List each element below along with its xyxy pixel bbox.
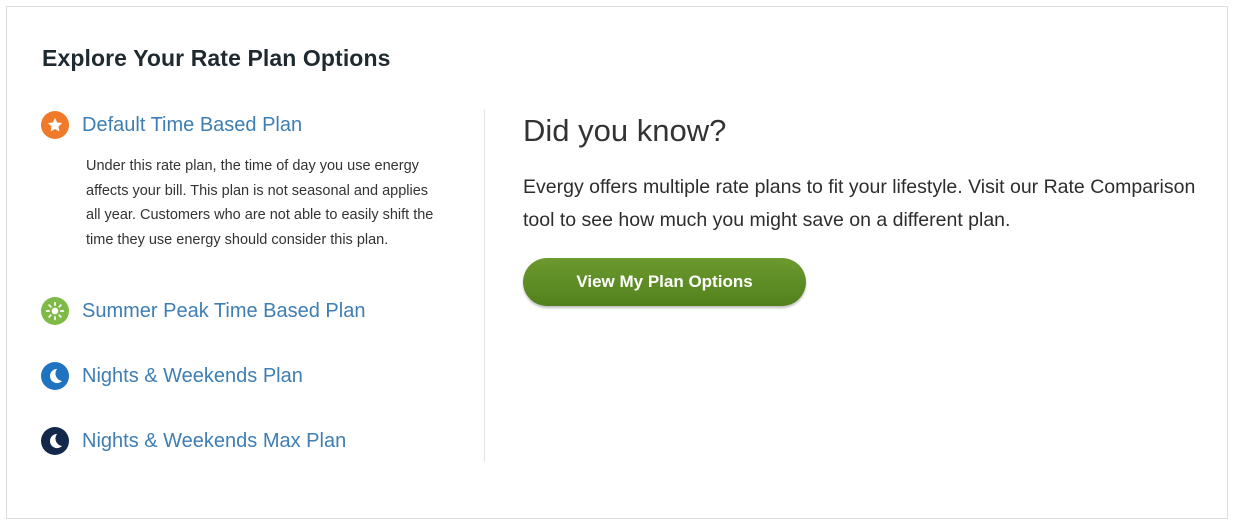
plan-link-nights-weekends-max[interactable]: Nights & Weekends Max Plan xyxy=(82,430,346,453)
column-divider xyxy=(484,110,485,462)
star-icon xyxy=(41,111,69,139)
plan-link-nights-weekends[interactable]: Nights & Weekends Plan xyxy=(82,365,303,388)
plan-description: Under this rate plan, the time of day yo… xyxy=(86,158,434,248)
plan-link-summer-peak[interactable]: Summer Peak Time Based Plan xyxy=(82,300,365,323)
plan-item-summer-peak: Summer Peak Time Based Plan xyxy=(41,297,365,325)
plan-item-nights-weekends-max: Nights & Weekends Max Plan xyxy=(41,427,346,455)
did-you-know-title: Did you know? xyxy=(523,113,727,148)
plan-item-nights-weekends: Nights & Weekends Plan xyxy=(41,362,303,390)
rate-plan-card: Explore Your Rate Plan Options Default T… xyxy=(6,6,1228,519)
view-plan-options-button[interactable]: View My Plan Options xyxy=(523,258,806,306)
plan-item-default: Default Time Based Plan xyxy=(41,111,302,139)
moon-icon xyxy=(41,362,69,390)
section-heading: Explore Your Rate Plan Options xyxy=(42,45,391,71)
moon-star-icon xyxy=(41,427,69,455)
sun-icon xyxy=(41,297,69,325)
did-you-know-body: Evergy offers multiple rate plans to fit… xyxy=(523,176,1196,231)
did-you-know-panel: Did you know? Evergy offers multiple rat… xyxy=(523,113,1213,306)
plan-link-default-time-based[interactable]: Default Time Based Plan xyxy=(82,114,302,137)
